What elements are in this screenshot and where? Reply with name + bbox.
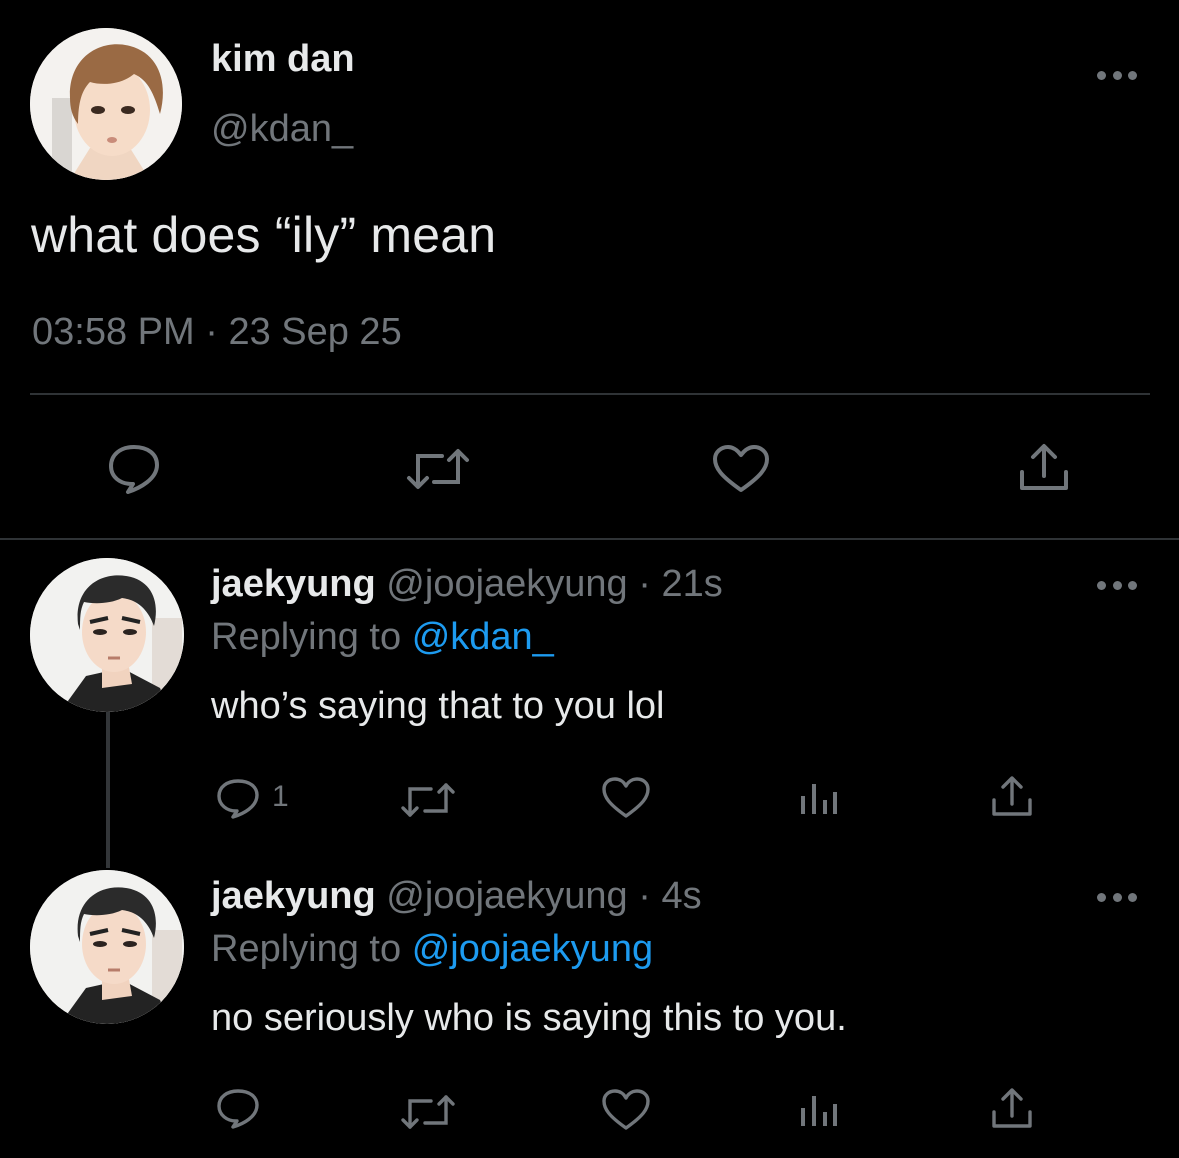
retweet-icon[interactable] xyxy=(400,1092,456,1132)
retweet-icon[interactable] xyxy=(406,446,470,492)
views-icon[interactable] xyxy=(799,782,839,816)
replying-prefix: Replying to xyxy=(211,616,402,658)
author-handle[interactable]: @joojaekyung xyxy=(386,563,627,605)
more-options-icon[interactable] xyxy=(1097,890,1137,904)
tweet-date: 23 Sep 25 xyxy=(228,311,402,353)
reply-icon[interactable] xyxy=(106,443,162,495)
author-handle[interactable]: @joojaekyung xyxy=(386,875,627,917)
mention-link[interactable]: @kdan_ xyxy=(412,616,554,658)
divider xyxy=(30,393,1150,395)
replying-prefix: Replying to xyxy=(211,928,402,970)
mention-link[interactable]: @joojaekyung xyxy=(412,928,653,970)
reply-count: 1 xyxy=(272,780,289,813)
reply-header: jaekyung @joojaekyung · 4s xyxy=(211,875,702,918)
reply-icon[interactable] xyxy=(215,1088,261,1130)
author-name[interactable]: jaekyung xyxy=(211,563,376,605)
author-name[interactable]: kim dan xyxy=(211,38,355,81)
replying-to: Replying to @kdan_ xyxy=(211,616,554,659)
divider xyxy=(0,538,1179,540)
meta-separator: · xyxy=(205,311,218,353)
author-name[interactable]: jaekyung xyxy=(211,875,376,917)
time-ago[interactable]: 4s xyxy=(661,875,701,917)
reply-header: jaekyung @joojaekyung · 21s xyxy=(211,563,723,606)
retweet-icon[interactable] xyxy=(400,780,456,820)
time-ago[interactable]: 21s xyxy=(661,563,722,605)
author-handle[interactable]: @kdan_ xyxy=(211,108,353,151)
thread-connector xyxy=(106,712,110,868)
like-icon[interactable] xyxy=(601,777,651,819)
share-icon[interactable] xyxy=(1016,442,1072,494)
tweet-text: what does “ily” mean xyxy=(31,207,497,263)
tweet-text: who’s saying that to you lol xyxy=(211,685,665,727)
tweet-text: no seriously who is saying this to you. xyxy=(211,997,847,1039)
share-icon[interactable] xyxy=(989,1087,1035,1131)
avatar[interactable] xyxy=(30,870,184,1024)
replying-to: Replying to @joojaekyung xyxy=(211,928,653,971)
share-icon[interactable] xyxy=(989,775,1035,819)
like-icon[interactable] xyxy=(711,444,771,494)
tweet-timestamp: 03:58 PM · 23 Sep 25 xyxy=(32,311,402,354)
avatar[interactable] xyxy=(30,558,184,712)
more-options-icon[interactable] xyxy=(1097,578,1137,592)
tweet-time: 03:58 PM xyxy=(32,311,195,353)
meta-separator: · xyxy=(638,875,651,917)
meta-separator: · xyxy=(638,563,651,605)
views-icon[interactable] xyxy=(799,1094,839,1128)
reply-icon[interactable] xyxy=(215,778,261,820)
more-options-icon[interactable] xyxy=(1097,68,1137,82)
avatar[interactable] xyxy=(30,28,182,180)
like-icon[interactable] xyxy=(601,1089,651,1131)
